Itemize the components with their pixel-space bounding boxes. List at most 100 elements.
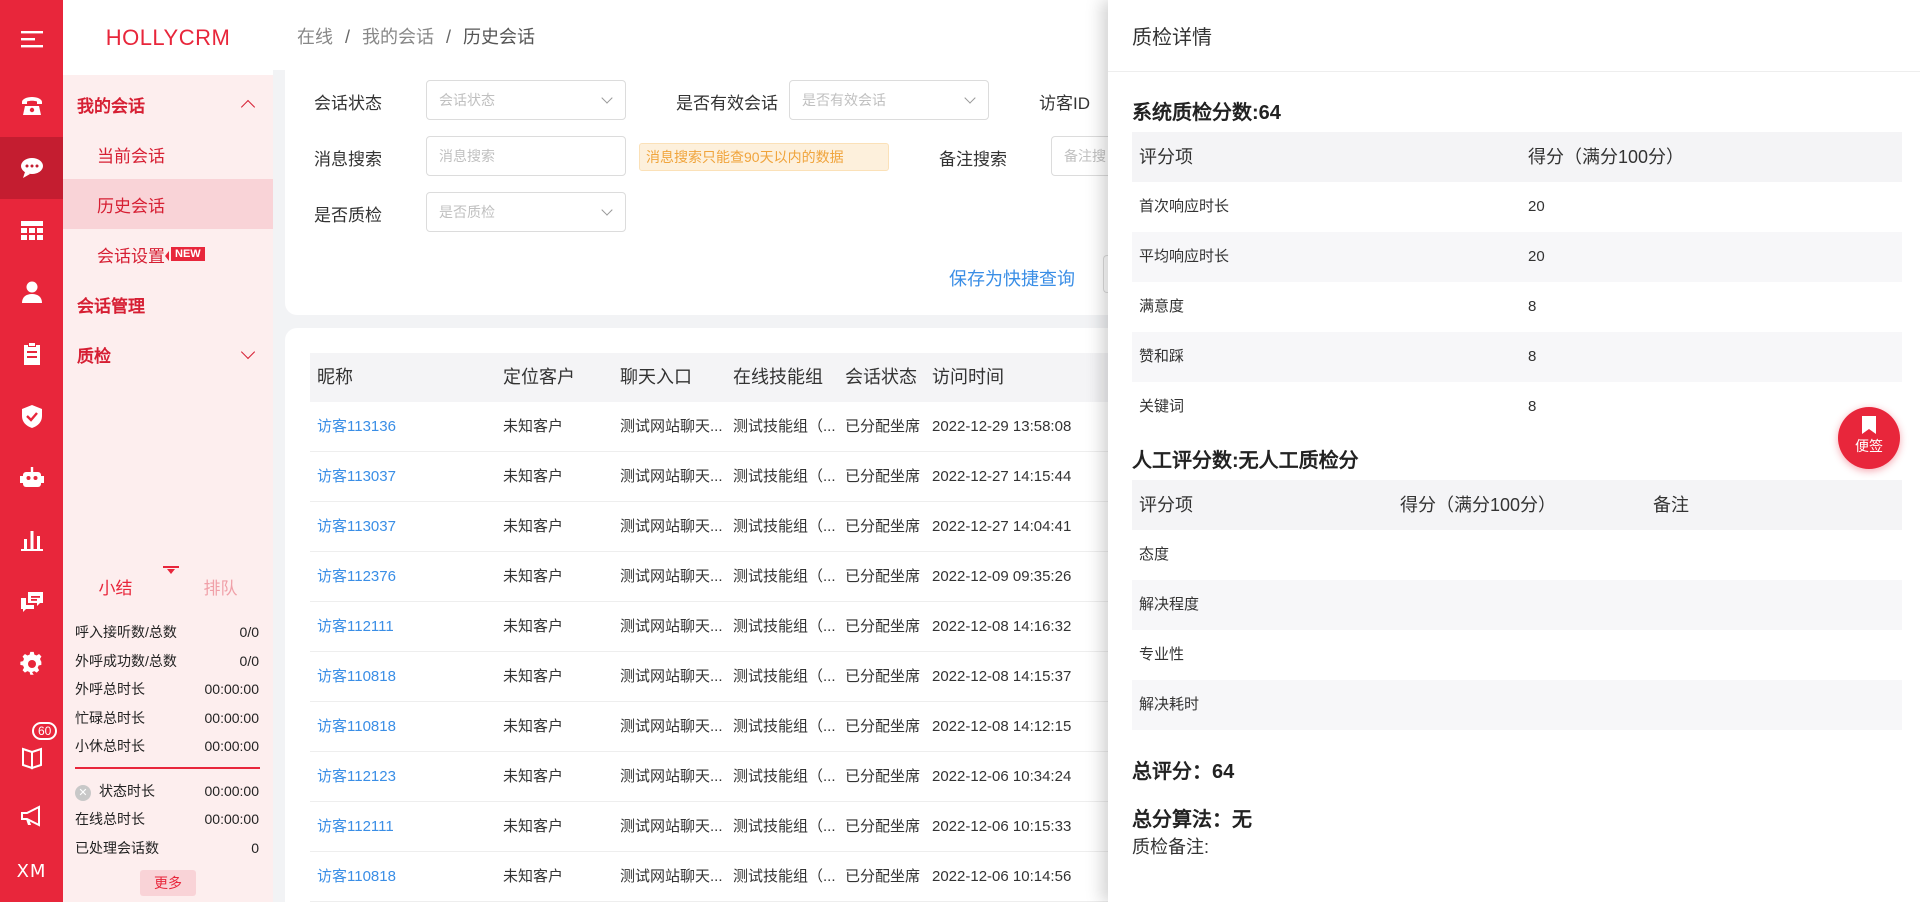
save-quick-query-link[interactable]: 保存为快捷查询 bbox=[949, 265, 1075, 291]
table-header: 昵称 定位客户 聊天入口 在线技能组 会话状态 访问时间 bbox=[310, 353, 1180, 402]
menu-item-history-sessions[interactable]: 历史会话 bbox=[63, 179, 273, 229]
grid-icon[interactable] bbox=[0, 199, 63, 261]
summary-row: 外呼成功数/总数 0/0 bbox=[75, 652, 259, 669]
table-cell: 已分配坐席 bbox=[845, 518, 921, 535]
tab-queue[interactable]: 排队 bbox=[168, 560, 273, 608]
table-row[interactable]: 访客113037 未知客户 测试网站聊天... 测试技能组（... 已分配坐席 2022-… bbox=[310, 502, 1180, 552]
table-cell: 已分配坐席 bbox=[845, 668, 921, 685]
table-row[interactable]: 访客112376 未知客户 测试网站聊天... 测试技能组（... 已分配坐席 2022-… bbox=[310, 552, 1180, 602]
table-cell: 解决耗时 bbox=[1139, 696, 1200, 713]
message-search-input[interactable]: 消息搜索 bbox=[426, 136, 626, 176]
score-row: 满意度 8 bbox=[1132, 282, 1902, 332]
megaphone-icon[interactable] bbox=[0, 785, 63, 847]
table-row[interactable]: 访客112111 未知客户 测试网站聊天... 测试技能组（... 已分配坐席 2022-… bbox=[310, 802, 1180, 852]
table-cell: 测试网站聊天... bbox=[620, 418, 723, 435]
close-icon[interactable]: ✕ bbox=[75, 784, 91, 801]
menu-icon[interactable] bbox=[0, 8, 63, 70]
chevron-up-icon bbox=[240, 99, 256, 114]
table-row[interactable]: 访客113037 未知客户 测试网站聊天... 测试技能组（... 已分配坐席 2022-… bbox=[310, 452, 1180, 502]
visitor-name-link[interactable]: 访客113037 bbox=[317, 452, 396, 502]
table-header: 评分项 得分（满分100分） 备注 bbox=[1132, 480, 1902, 530]
clipboard-icon[interactable] bbox=[0, 323, 63, 385]
table-cell: 测试技能组（... bbox=[733, 568, 836, 585]
table-row[interactable]: 访客112123 未知客户 测试网站聊天... 测试技能组（... 已分配坐席 2022-… bbox=[310, 752, 1180, 802]
table-row[interactable]: 访客113136 未知客户 测试网站聊天... 测试技能组（... 已分配坐席 2022-… bbox=[310, 402, 1180, 452]
chevron-down-icon bbox=[240, 344, 256, 359]
table-cell: 测试技能组（... bbox=[733, 868, 836, 885]
table-row[interactable]: 访客110818 未知客户 测试网站聊天... 测试技能组（... 已分配坐席 2022-… bbox=[310, 852, 1180, 902]
table-cell: 20 bbox=[1528, 248, 1545, 265]
drawer-title: 质检详情 bbox=[1108, 0, 1920, 72]
summary-row: 呼入接听数/总数 0/0 bbox=[75, 624, 259, 641]
valid-session-select[interactable]: 是否有效会话 bbox=[789, 80, 989, 120]
table-cell: 未知客户 bbox=[503, 568, 564, 585]
menu-item-session-settings[interactable]: 会话设置 NEW bbox=[63, 229, 273, 279]
tab-summary[interactable]: 小结 bbox=[63, 560, 168, 608]
visitor-name-link[interactable]: 访客113037 bbox=[317, 502, 396, 552]
table-cell: 未知客户 bbox=[503, 418, 564, 435]
visitor-name-link[interactable]: 访客110818 bbox=[317, 702, 396, 752]
qc-detail-drawer: 质检详情 系统质检分数:64 评分项 得分（满分100分） 首次响应时长 20 平均… bbox=[1108, 0, 1920, 902]
table-cell: 测试技能组（... bbox=[733, 468, 836, 485]
bar-chart-icon[interactable] bbox=[0, 509, 63, 571]
table-cell: 测试技能组（... bbox=[733, 818, 836, 835]
book-icon[interactable]: 60 bbox=[0, 722, 63, 788]
column-header: 访问时间 bbox=[932, 367, 1004, 387]
message-icon[interactable] bbox=[0, 571, 63, 633]
menu-group-my-sessions[interactable]: 我的会话 bbox=[63, 79, 273, 129]
visitor-name-link[interactable]: 访客112111 bbox=[317, 802, 394, 852]
menu-item-current-sessions[interactable]: 当前会话 bbox=[63, 129, 273, 179]
score-algorithm: 总分算法：无 bbox=[1132, 809, 1252, 831]
chat-icon[interactable] bbox=[0, 137, 63, 199]
table-row[interactable]: 访客110818 未知客户 测试网站聊天... 测试技能组（... 已分配坐席 2022-… bbox=[310, 702, 1180, 752]
table-header: 评分项 得分（满分100分） bbox=[1132, 132, 1902, 182]
status-label: 会话状态 bbox=[314, 94, 382, 113]
status-select[interactable]: 会话状态 bbox=[426, 80, 626, 120]
menu-group-session-management[interactable]: 会话管理 bbox=[63, 279, 273, 329]
shield-icon[interactable] bbox=[0, 385, 63, 447]
summary-row: 外呼总时长 00:00:00 bbox=[75, 681, 259, 698]
table-cell: 关键词 bbox=[1139, 398, 1185, 415]
brand-logo: HOLLYCRM bbox=[63, 0, 273, 75]
user-icon[interactable] bbox=[0, 261, 63, 323]
table-cell: 未知客户 bbox=[503, 868, 564, 885]
visitor-name-link[interactable]: 访客112111 bbox=[317, 602, 394, 652]
message-search-label: 消息搜索 bbox=[314, 150, 382, 169]
table-cell: 已分配坐席 bbox=[845, 768, 921, 785]
visitor-name-link[interactable]: 访客112376 bbox=[317, 552, 396, 602]
qc-select[interactable]: 是否质检 bbox=[426, 192, 626, 232]
table-cell: 未知客户 bbox=[503, 518, 564, 535]
menu-group-quality-check[interactable]: 质检 bbox=[63, 329, 273, 379]
sticky-note-button[interactable]: 便签 bbox=[1838, 407, 1900, 469]
xm-icon[interactable]: XM bbox=[0, 840, 63, 902]
robot-icon[interactable] bbox=[0, 447, 63, 509]
more-button[interactable]: 更多 bbox=[140, 870, 196, 896]
score-row: 首次响应时长 20 bbox=[1132, 182, 1902, 232]
table-cell: 已分配坐席 bbox=[845, 718, 921, 735]
visitor-name-link[interactable]: 访客113136 bbox=[317, 402, 396, 452]
table-cell: 解决程度 bbox=[1139, 596, 1200, 613]
column-header: 在线技能组 bbox=[733, 367, 823, 387]
table-cell: 测试技能组（... bbox=[733, 518, 836, 535]
table-row[interactable]: 访客112111 未知客户 测试网站聊天... 测试技能组（... 已分配坐席 2022-… bbox=[310, 602, 1180, 652]
chevron-down-icon bbox=[601, 92, 613, 104]
score-row: 赞和踩 8 bbox=[1132, 332, 1902, 382]
table-cell: 未知客户 bbox=[503, 668, 564, 685]
search-tip: 消息搜索只能查90天以内的数据 bbox=[639, 143, 889, 171]
breadcrumb-item[interactable]: 在线 bbox=[297, 27, 333, 47]
score-row: 平均响应时长 20 bbox=[1132, 232, 1902, 282]
phone-icon[interactable] bbox=[0, 75, 63, 137]
gear-icon[interactable] bbox=[0, 633, 63, 695]
visitor-name-link[interactable]: 访客110818 bbox=[317, 852, 396, 902]
table-row[interactable]: 访客110818 未知客户 测试网站聊天... 测试技能组（... 已分配坐席 2022-… bbox=[310, 652, 1180, 702]
table-cell: 未知客户 bbox=[503, 768, 564, 785]
score-row: 态度 bbox=[1132, 530, 1902, 580]
score-row: 关键词 8 bbox=[1132, 382, 1902, 432]
visitor-name-link[interactable]: 访客112123 bbox=[317, 752, 396, 802]
summary-row: 小休总时长 00:00:00 bbox=[75, 738, 259, 755]
table-cell: 测试网站聊天... bbox=[620, 668, 723, 685]
visitor-name-link[interactable]: 访客110818 bbox=[317, 652, 396, 702]
breadcrumb-item[interactable]: 我的会话 bbox=[362, 27, 434, 47]
collapse-arrow-icon[interactable] bbox=[163, 566, 179, 576]
breadcrumb: 在线 / 我的会话 / 历史会话 bbox=[297, 27, 536, 47]
